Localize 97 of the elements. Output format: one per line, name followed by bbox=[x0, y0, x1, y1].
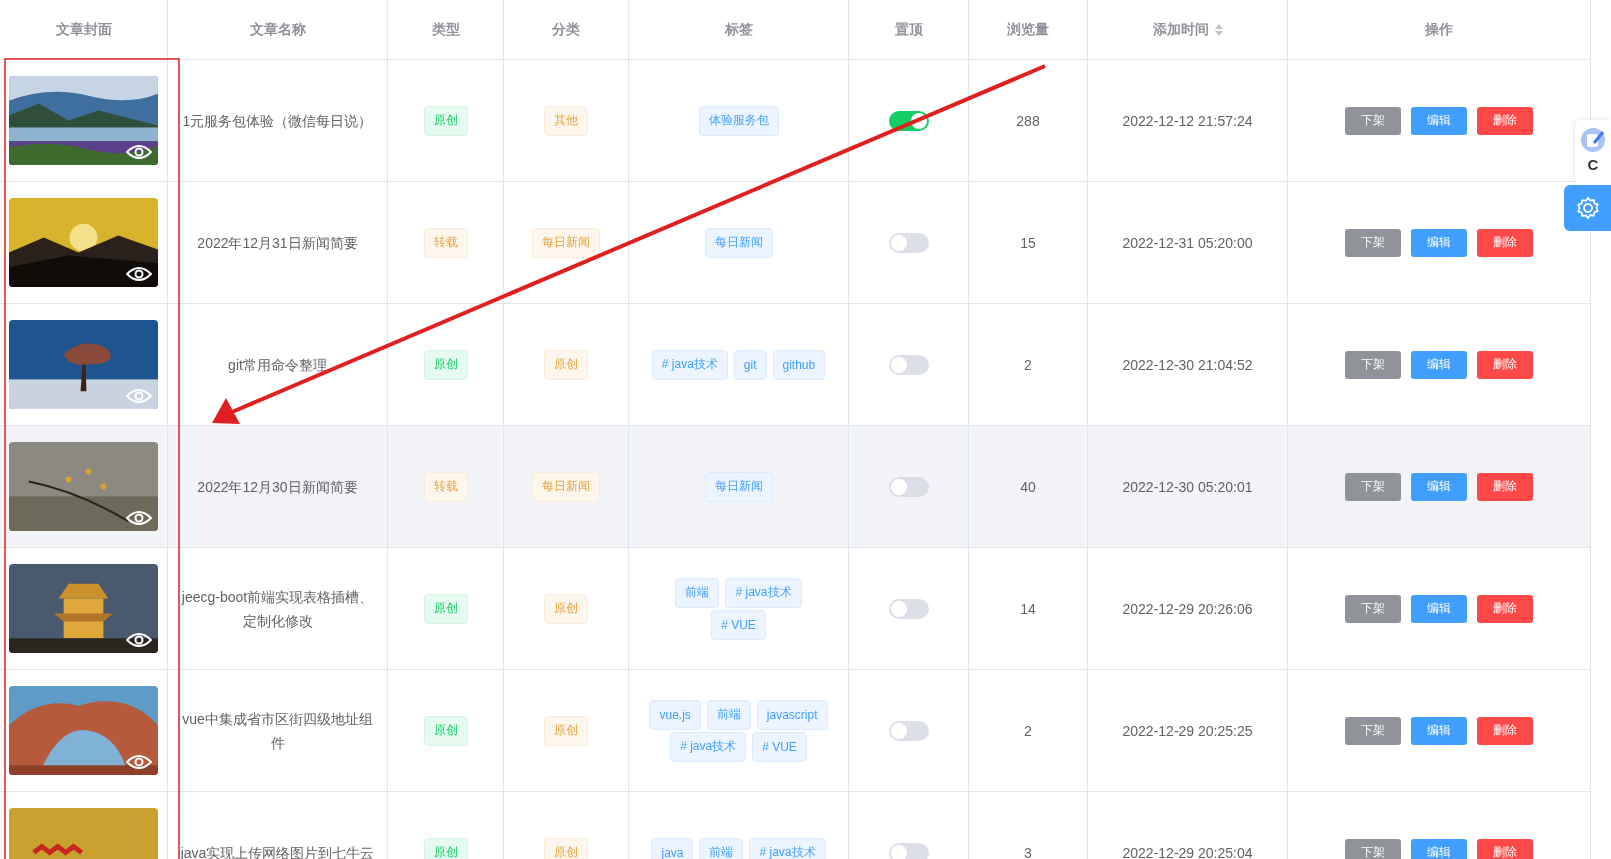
unpublish-button[interactable]: 下架 bbox=[1345, 594, 1401, 623]
article-title: 2022年12月30日新闻简要 bbox=[197, 477, 358, 497]
type-tag: 原创 bbox=[423, 715, 468, 746]
view-count: 3 bbox=[1024, 844, 1032, 859]
article-title: 1元服务包体验（微信每日说） bbox=[182, 111, 373, 131]
unpublish-button[interactable]: 下架 bbox=[1345, 106, 1401, 135]
label-tag: vue.js bbox=[649, 699, 701, 730]
column-header: 类型 bbox=[431, 20, 460, 39]
settings-icon bbox=[1575, 196, 1600, 220]
column-header: 浏览量 bbox=[1007, 20, 1049, 39]
label-tag: git bbox=[733, 349, 767, 380]
label-tag: # java技术 bbox=[651, 349, 728, 380]
edit-button[interactable]: 编辑 bbox=[1411, 594, 1467, 623]
category-tag: 原创 bbox=[544, 593, 588, 624]
edit-button[interactable]: 编辑 bbox=[1411, 350, 1467, 379]
label-tag: # VUE bbox=[711, 609, 766, 640]
unpublish-button[interactable]: 下架 bbox=[1345, 228, 1401, 257]
view-count: 2 bbox=[1024, 356, 1032, 373]
label-tag: 前端 bbox=[699, 837, 744, 859]
label-tag: 体验服务包 bbox=[698, 105, 779, 136]
eye-icon[interactable] bbox=[126, 632, 152, 648]
delete-button[interactable]: 删除 bbox=[1477, 350, 1533, 379]
side-card[interactable]: C bbox=[1575, 120, 1611, 185]
unpublish-button[interactable]: 下架 bbox=[1345, 350, 1401, 379]
eye-icon[interactable] bbox=[126, 754, 152, 770]
label-tag: 每日新闻 bbox=[704, 471, 773, 502]
added-time: 2022-12-30 21:04:52 bbox=[1122, 356, 1253, 373]
label-tag: # java技术 bbox=[725, 577, 802, 608]
category-tag: 每日新闻 bbox=[532, 227, 600, 258]
view-count: 288 bbox=[1016, 112, 1040, 129]
label-tag: javascript bbox=[756, 699, 828, 730]
label-tag: java bbox=[651, 837, 694, 859]
column-header: 操作 bbox=[1425, 20, 1453, 39]
edit-button[interactable]: 编辑 bbox=[1411, 472, 1467, 501]
type-tag: 原创 bbox=[423, 105, 468, 136]
label-tag: 前端 bbox=[706, 699, 751, 730]
category-tag: 每日新闻 bbox=[532, 471, 600, 502]
edit-button[interactable]: 编辑 bbox=[1411, 716, 1467, 745]
delete-button[interactable]: 删除 bbox=[1477, 594, 1533, 623]
article-title: 2022年12月31日新闻简要 bbox=[197, 233, 358, 253]
label-tag: # java技术 bbox=[670, 731, 747, 762]
edit-button[interactable]: 编辑 bbox=[1411, 838, 1467, 859]
label-tag: # VUE bbox=[752, 731, 807, 762]
notebook-icon bbox=[1581, 128, 1605, 152]
label-tag: github bbox=[772, 349, 826, 380]
type-tag: 转载 bbox=[423, 227, 468, 258]
side-label: C bbox=[1587, 156, 1599, 173]
sort-icon[interactable] bbox=[1214, 23, 1223, 36]
type-tag: 原创 bbox=[423, 837, 468, 859]
toggle-switch[interactable] bbox=[888, 720, 929, 741]
delete-button[interactable]: 删除 bbox=[1477, 716, 1533, 745]
view-count: 14 bbox=[1020, 600, 1036, 617]
unpublish-button[interactable]: 下架 bbox=[1345, 838, 1401, 859]
view-count: 15 bbox=[1020, 234, 1036, 251]
column-header: 文章封面 bbox=[55, 20, 112, 39]
type-tag: 原创 bbox=[423, 593, 468, 624]
added-time: 2022-12-12 21:57:24 bbox=[1122, 112, 1253, 129]
label-tag: 每日新闻 bbox=[704, 227, 773, 258]
delete-button[interactable]: 删除 bbox=[1477, 106, 1533, 135]
eye-icon[interactable] bbox=[126, 266, 152, 282]
column-header: 分类 bbox=[552, 20, 580, 39]
label-tag: 前端 bbox=[675, 577, 720, 608]
category-tag: 其他 bbox=[544, 105, 588, 136]
column-header: 文章名称 bbox=[249, 20, 306, 39]
category-tag: 原创 bbox=[544, 349, 588, 380]
category-tag: 原创 bbox=[544, 837, 588, 859]
column-header[interactable]: 添加时间 bbox=[1152, 20, 1209, 39]
toggle-switch[interactable] bbox=[888, 598, 929, 619]
toggle-switch[interactable] bbox=[888, 354, 929, 375]
delete-button[interactable]: 删除 bbox=[1477, 472, 1533, 501]
unpublish-button[interactable]: 下架 bbox=[1345, 716, 1401, 745]
toggle-switch[interactable] bbox=[888, 842, 929, 859]
article-title: vue中集成省市区街四级地址组件 bbox=[181, 709, 374, 753]
column-header: 标签 bbox=[724, 20, 753, 39]
type-tag: 转载 bbox=[423, 471, 468, 502]
edit-button[interactable]: 编辑 bbox=[1411, 106, 1467, 135]
added-time: 2022-12-31 05:20:00 bbox=[1122, 234, 1253, 251]
added-time: 2022-12-29 20:25:25 bbox=[1122, 722, 1253, 739]
toggle-switch[interactable] bbox=[888, 476, 929, 497]
label-tag: # java技术 bbox=[749, 837, 826, 859]
delete-button[interactable]: 删除 bbox=[1477, 228, 1533, 257]
edit-button[interactable]: 编辑 bbox=[1411, 228, 1467, 257]
added-time: 2022-12-29 20:26:06 bbox=[1122, 600, 1253, 617]
toggle-switch[interactable] bbox=[888, 232, 929, 253]
delete-button[interactable]: 删除 bbox=[1477, 838, 1533, 859]
view-count: 2 bbox=[1024, 722, 1032, 739]
article-title: git常用命令整理 bbox=[228, 355, 327, 375]
added-time: 2022-12-30 05:20:01 bbox=[1122, 478, 1253, 495]
article-title: jeecg-boot前端实现表格插槽、定制化修改 bbox=[180, 587, 375, 631]
column-header: 置顶 bbox=[894, 20, 923, 39]
eye-icon[interactable] bbox=[126, 144, 152, 160]
unpublish-button[interactable]: 下架 bbox=[1345, 472, 1401, 501]
type-tag: 原创 bbox=[423, 349, 468, 380]
view-count: 40 bbox=[1020, 478, 1036, 495]
settings-button[interactable] bbox=[1564, 185, 1611, 231]
added-time: 2022-12-29 20:25:04 bbox=[1122, 844, 1253, 859]
category-tag: 原创 bbox=[544, 715, 588, 746]
